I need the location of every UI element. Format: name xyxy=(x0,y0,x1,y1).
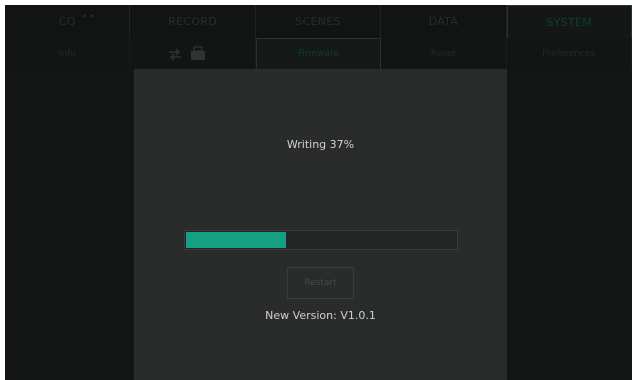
signal-dots-icon: •• xyxy=(82,12,97,22)
tab-data[interactable]: DATA xyxy=(381,5,507,38)
tab-label: DATA xyxy=(428,15,459,28)
tab-cq[interactable]: CQ •• xyxy=(5,5,131,38)
restart-button[interactable]: Restart xyxy=(287,267,354,299)
subtab-firmware[interactable]: Firmware xyxy=(255,38,382,70)
firmware-update-dialog: Writing 37% Restart New Version: V1.0.1 xyxy=(134,69,507,380)
subtab-info[interactable]: Info xyxy=(5,38,131,70)
tab-label: SYSTEM xyxy=(546,15,593,29)
tab-system[interactable]: SYSTEM xyxy=(506,5,632,38)
writing-status: Writing 37% xyxy=(286,138,355,151)
tab-label: SCENES xyxy=(295,15,341,28)
network-icons xyxy=(165,45,235,63)
tab-record[interactable]: RECORD xyxy=(130,5,256,38)
firmware-progress-bar xyxy=(184,230,458,250)
subtab-label: Firmware xyxy=(297,49,340,59)
main-tab-bar: CQ •• RECORD SCENES DATA SYSTEM xyxy=(5,5,632,38)
tab-label: CQ xyxy=(58,15,76,28)
subtab-label: Preferences xyxy=(542,49,596,59)
progress-fill xyxy=(186,232,286,248)
new-version-label: New Version: V1.0.1 xyxy=(265,309,376,322)
subtab-preferences[interactable]: Preferences xyxy=(507,38,632,70)
device-screen: CQ •• RECORD SCENES DATA SYSTEM Info Fir… xyxy=(5,5,632,380)
sub-tab-bar: Info Firmware Reset Preferences xyxy=(5,38,632,70)
subtab-reset[interactable]: Reset xyxy=(381,38,507,70)
connection-icon xyxy=(169,46,205,61)
tab-label: RECORD xyxy=(168,15,218,28)
subtab-label: Reset xyxy=(430,49,456,59)
tab-scenes[interactable]: SCENES xyxy=(256,5,382,38)
subtab-label: Info xyxy=(58,49,76,59)
